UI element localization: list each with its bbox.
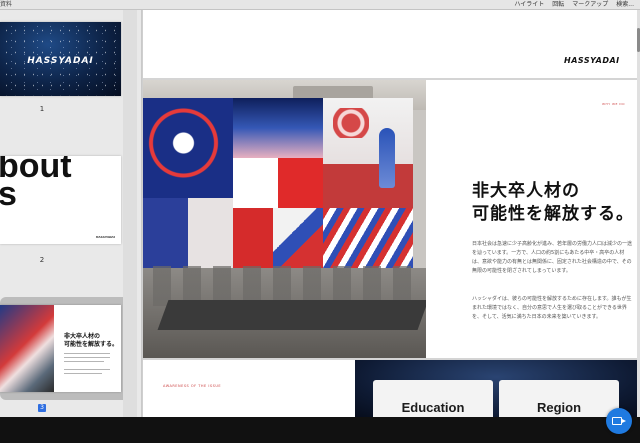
mural-rocket [379, 128, 395, 188]
mural-bear-tile [233, 208, 273, 268]
thumbnail-number-3: 3 [38, 404, 46, 412]
body-paragraph-2: ハッシャダイは、彼らの可能性を解放するために存在します。誰もが生まれた環境ではな… [472, 296, 632, 320]
video-camera-button[interactable] [606, 408, 632, 434]
menu-rotate[interactable]: 回転 [552, 0, 564, 10]
mural-stripe-tile [273, 208, 323, 268]
mural-tiger-tile [233, 158, 323, 208]
thumbnail-text-line [64, 361, 104, 362]
page-heading: 非大卒人材の 可能性を解放する。 [472, 181, 634, 224]
thumbnail-text-line [64, 373, 102, 374]
mural-atom-tile [188, 198, 233, 268]
preview-window: 資料 ハイライト 回転 マークアップ 検索... HASSYADAI 1 bou… [0, 0, 640, 443]
thumbnail-sidebar: HASSYADAI 1 bout s HASSYADAI 2 非大卒人材の 可能… [0, 10, 142, 417]
page-next: AWARENESS OF THE ISSUE Education Region [143, 360, 637, 417]
page-header-strip: HASSYADAI [143, 10, 637, 78]
page-current: WHY WE DO 非大卒人材の 可能性を解放する。 日本社会は急速に少子高齢化… [143, 80, 637, 358]
body-paragraph-1: 日本社会は急速に少子高齢化が進み、若年層の労働力人口は減少の一途を辿っています。… [472, 241, 633, 274]
page-text-column: WHY WE DO 非大卒人材の 可能性を解放する。 日本社会は急速に少子高齢化… [426, 80, 637, 358]
space-background: Education Region [355, 360, 637, 417]
bottom-bar [0, 417, 640, 443]
menu-highlight[interactable]: ハイライト [514, 0, 544, 10]
toolbar: 資料 ハイライト 回転 マークアップ 検索... [0, 0, 640, 10]
mural-rays-tile [323, 208, 413, 268]
table [157, 300, 426, 330]
toolbar-menu: ハイライト 回転 マークアップ 検索... [514, 0, 634, 10]
menu-search[interactable]: 検索... [616, 0, 634, 10]
page-thumbnail-3[interactable]: 非大卒人材の 可能性を解放する。 [0, 305, 121, 392]
menu-markup[interactable]: マークアップ [572, 0, 608, 10]
thumbnail-number-1: 1 [39, 105, 45, 113]
section-label: WHY WE DO [602, 102, 625, 106]
thumbnail-number-2: 2 [39, 256, 45, 264]
document-viewport[interactable]: HASSYADAI WHY WE DO 非大卒人材の 可能性を解放する。 日本社… [143, 10, 640, 417]
thumbnail-logo: HASSYADAI [27, 56, 94, 66]
document-title: 資料 [0, 1, 13, 8]
thumbnail-big-text: bout s [0, 156, 72, 211]
video-camera-icon [612, 417, 626, 425]
page-logo: HASSYADAI [564, 56, 620, 65]
mural-photo [143, 80, 426, 358]
thumbnail-brand: HASSYADAI [95, 235, 115, 239]
thumbnail-text-line [64, 353, 110, 354]
thumbnail-text-line [64, 369, 110, 370]
sidebar-scrollbar[interactable] [123, 10, 137, 417]
thumbnail-text-line [64, 357, 110, 358]
mural-astronaut-tile [143, 198, 188, 268]
mural-wall [143, 98, 413, 268]
thumbnail-heading: 非大卒人材の 可能性を解放する。 [64, 333, 119, 348]
page-thumbnail-2[interactable]: bout s HASSYADAI [0, 156, 121, 244]
mural-sky-tile [233, 98, 323, 158]
mural-sun-tile [143, 98, 233, 198]
card-education: Education [373, 380, 493, 417]
section-label-awareness: AWARENESS OF THE ISSUE [163, 384, 222, 388]
thumbnail-mural-image [0, 305, 54, 392]
mural-rose [333, 108, 369, 138]
card-region: Region [499, 380, 619, 417]
page-thumbnail-1[interactable]: HASSYADAI [0, 22, 121, 96]
